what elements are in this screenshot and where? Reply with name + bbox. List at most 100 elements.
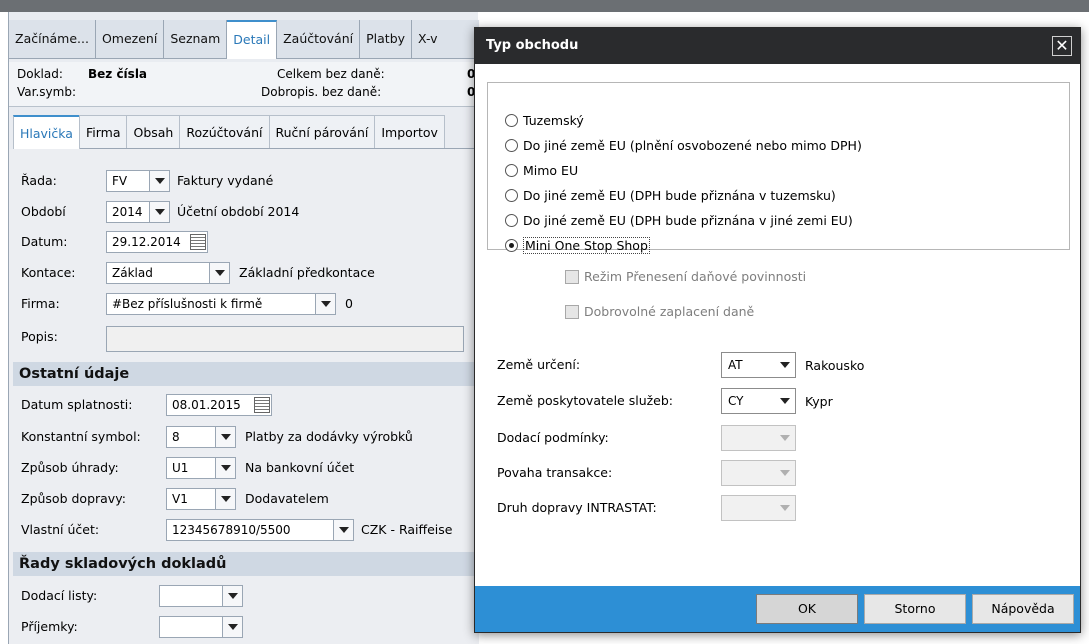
subtab-rozuctovani[interactable]: Rozúčtování xyxy=(179,115,270,148)
zeme-urceni-dropdown[interactable] xyxy=(774,352,796,378)
doklad-value: Bez čísla xyxy=(88,67,148,81)
doprava-desc: Dodavatelem xyxy=(245,491,329,506)
konst-dropdown[interactable] xyxy=(216,426,236,448)
checkbox-label: Režim Přenesení daňové povinnosti xyxy=(584,269,807,284)
kontace-select[interactable]: Základ xyxy=(106,262,210,284)
zeme-poskytovatele-label: Země poskytovatele služeb: xyxy=(497,393,674,408)
prijemky-select[interactable] xyxy=(159,616,223,638)
doprava-select[interactable]: V1 xyxy=(166,488,216,510)
form-area: Řada: FV Faktury vydané Období 2014 Účet… xyxy=(9,149,479,644)
obdobi-select[interactable]: 2014 xyxy=(106,201,150,223)
calendar-icon[interactable] xyxy=(190,234,206,250)
radio-tuzemsky[interactable]: Tuzemský xyxy=(505,113,584,128)
subtab-importov[interactable]: Importov xyxy=(374,115,445,148)
firma-dropdown[interactable] xyxy=(316,293,336,315)
prijemky-dropdown[interactable] xyxy=(223,616,243,638)
obdobi-label: Období xyxy=(21,204,66,219)
uhrada-desc: Na bankovní účet xyxy=(245,460,355,475)
tab-detail[interactable]: Detail xyxy=(227,20,278,59)
radio-eu-tuzemsko[interactable]: Do jiné země EU (DPH bude přiznána v tuz… xyxy=(505,188,836,203)
subtab-obsah[interactable]: Obsah xyxy=(126,115,181,148)
radio-eu-jina-zeme[interactable]: Do jiné země EU (DPH bude přiznána v jin… xyxy=(505,213,853,228)
povaha-transakce-label: Povaha transakce: xyxy=(497,465,613,480)
povaha-transakce-dropdown[interactable] xyxy=(774,460,796,486)
radio-mini-one-stop-shop[interactable]: Mini One Stop Shop xyxy=(505,237,650,254)
tab-omezeni[interactable]: Omezení xyxy=(96,20,165,58)
checkbox-dobrovolne-zaplaceni[interactable]: Dobrovolné zaplacení daně xyxy=(565,304,754,319)
tab-zauctovani[interactable]: Zaúčtování xyxy=(277,20,361,58)
popis-label: Popis: xyxy=(21,329,58,344)
napoveda-button[interactable]: Nápověda xyxy=(972,594,1074,624)
popis-input[interactable] xyxy=(106,326,464,352)
zeme-urceni-select[interactable]: AT xyxy=(721,352,775,378)
zeme-poskytovatele-select[interactable]: CY xyxy=(721,388,775,414)
radio-circle-icon xyxy=(505,114,518,127)
uhrada-dropdown[interactable] xyxy=(216,457,236,479)
ucet-select[interactable]: 12345678910/5500 xyxy=(166,519,334,541)
chevron-down-icon xyxy=(779,435,790,441)
chevron-down-icon xyxy=(779,362,790,368)
druh-dopravy-dropdown[interactable] xyxy=(774,495,796,521)
doprava-dropdown[interactable] xyxy=(216,488,236,510)
zeme-urceni-label: Země určení: xyxy=(497,357,581,372)
tab-x[interactable]: X-v xyxy=(412,20,444,58)
rada-desc: Faktury vydané xyxy=(177,173,274,188)
celkem-label: Celkem bez daně: xyxy=(277,67,385,81)
druh-dopravy-select[interactable] xyxy=(721,495,775,521)
rada-select[interactable]: FV xyxy=(106,170,150,192)
rada-dropdown[interactable] xyxy=(150,170,170,192)
tab-zaciname[interactable]: Začínáme... xyxy=(9,20,96,58)
ucet-dropdown[interactable] xyxy=(334,519,354,541)
dodaci-listy-label: Dodací listy: xyxy=(21,588,98,603)
uhrada-select[interactable]: U1 xyxy=(166,457,216,479)
ucet-label: Vlastní účet: xyxy=(21,522,100,537)
radio-circle-icon xyxy=(505,189,518,202)
chevron-down-icon xyxy=(220,465,231,471)
dodaci-listy-dropdown[interactable] xyxy=(223,585,243,607)
checkbox-icon xyxy=(565,304,579,319)
zeme-poskytovatele-dropdown[interactable] xyxy=(774,388,796,414)
subtab-rucni-parovani[interactable]: Ruční párování xyxy=(268,115,376,148)
sub-tabs: Hlavička Firma Obsah Rozúčtování Ruční p… xyxy=(13,115,475,149)
tab-platby[interactable]: Platby xyxy=(360,20,413,58)
povaha-transakce-select[interactable] xyxy=(721,460,775,486)
dodaci-podminky-label: Dodací podmínky: xyxy=(497,430,609,445)
radio-selected-icon xyxy=(505,239,518,252)
radio-label: Mimo EU xyxy=(523,163,579,178)
radio-group: Tuzemský Do jiné země EU (plnění osvoboz… xyxy=(487,82,1070,254)
dialog-title: Typ obchodu xyxy=(475,28,1080,64)
section-ostatni-udaje: Ostatní údaje xyxy=(13,362,475,386)
checkbox-prenesen-dph[interactable]: Režim Přenesení daňové povinnosti xyxy=(565,269,806,284)
datum-label: Datum: xyxy=(21,234,68,249)
firma-select[interactable]: #Bez příslušnosti k firmě xyxy=(106,293,316,315)
main-window: Začínáme... Omezení Seznam Detail Zaúčto… xyxy=(8,12,479,644)
firma-label: Firma: xyxy=(21,296,60,311)
chevron-down-icon xyxy=(154,209,165,215)
varsymb-label: Var.symb: xyxy=(17,85,76,99)
chevron-down-icon xyxy=(338,527,349,533)
close-icon[interactable]: ✕ xyxy=(1052,36,1072,56)
radio-eu-osvobozene[interactable]: Do jiné země EU (plnění osvobozené nebo … xyxy=(505,138,862,153)
storno-button[interactable]: Storno xyxy=(864,594,966,624)
tab-seznam[interactable]: Seznam xyxy=(164,20,228,58)
druh-dopravy-label: Druh dopravy INTRASTAT: xyxy=(497,500,657,515)
doprava-label: Způsob dopravy: xyxy=(21,491,126,506)
subtab-firma[interactable]: Firma xyxy=(78,115,128,148)
chevron-down-icon xyxy=(227,624,238,630)
chevron-down-icon xyxy=(320,301,331,307)
konst-select[interactable]: 8 xyxy=(166,426,216,448)
kontace-dropdown[interactable] xyxy=(210,262,230,284)
ok-button[interactable]: OK xyxy=(756,594,858,624)
dodaci-podminky-dropdown[interactable] xyxy=(774,425,796,451)
dodaci-podminky-select[interactable] xyxy=(721,425,775,451)
obdobi-dropdown[interactable] xyxy=(150,201,170,223)
radio-mimo-eu[interactable]: Mimo EU xyxy=(505,163,578,178)
dialog-body: Tuzemský Do jiné země EU (plnění osvoboz… xyxy=(475,64,1080,586)
subtab-hlavicka[interactable]: Hlavička xyxy=(13,115,80,149)
typ-obchodu-dialog: Typ obchodu ✕ Tuzemský Do jiné země EU (… xyxy=(474,27,1081,633)
dodaci-listy-select[interactable] xyxy=(159,585,223,607)
dobropis-label: Dobropis. bez daně: xyxy=(261,85,382,99)
radio-label: Tuzemský xyxy=(523,113,584,128)
calendar-icon[interactable] xyxy=(254,397,270,413)
radio-label: Do jiné země EU (plnění osvobozené nebo … xyxy=(523,138,862,153)
